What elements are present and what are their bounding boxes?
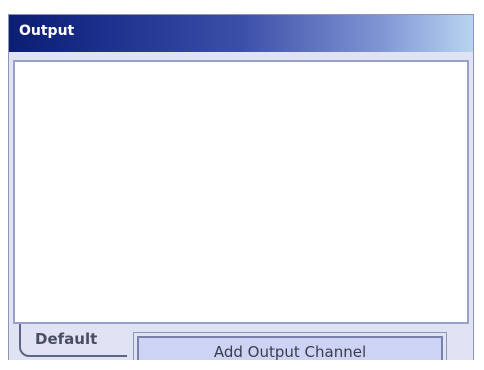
output-panel-title: Output <box>19 23 75 39</box>
add-output-channel-label: Add Output Channel <box>213 343 367 361</box>
tab-default-label: Default <box>35 330 98 348</box>
tab-default[interactable]: Default <box>19 324 127 357</box>
output-panel-title-bar: Output <box>9 15 473 52</box>
add-output-channel-button[interactable]: Add Output Channel <box>137 336 443 361</box>
output-text-area[interactable] <box>13 60 469 324</box>
output-panel: Output Default Add Output Channel <box>8 14 474 361</box>
output-tab-strip: Default Add Output Channel <box>9 324 473 361</box>
